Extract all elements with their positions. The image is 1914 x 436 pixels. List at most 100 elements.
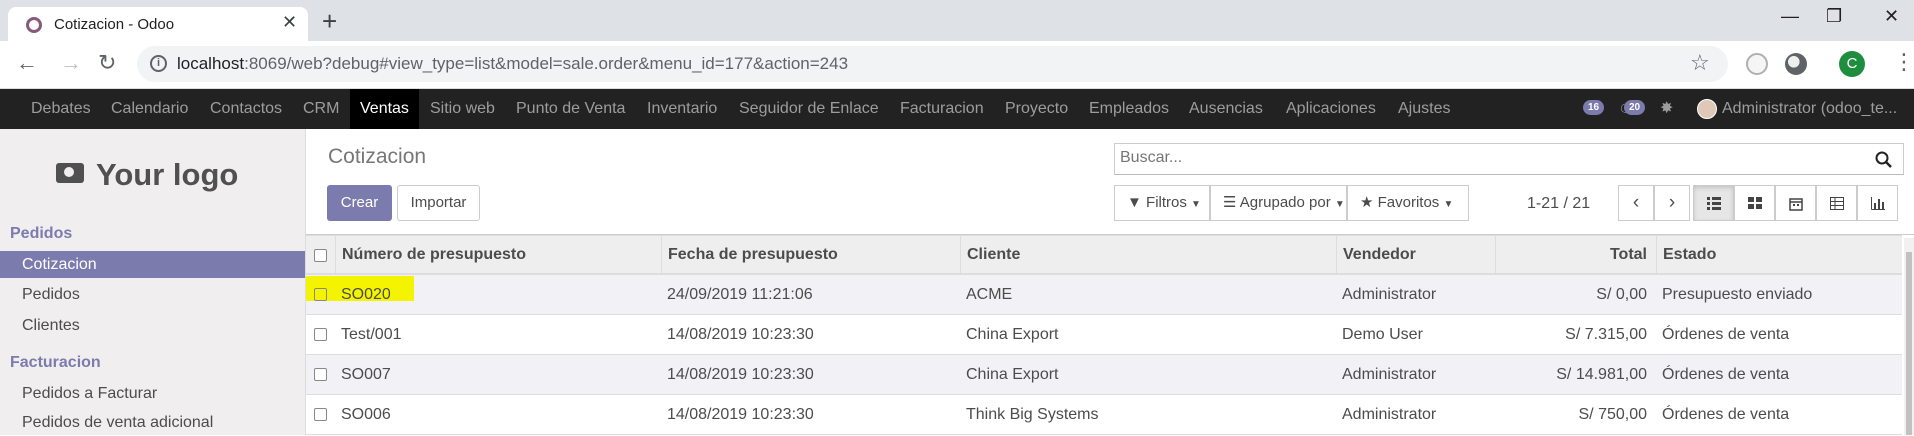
row-checkbox[interactable]: [314, 288, 327, 301]
menu-empleados[interactable]: Empleados: [1089, 89, 1169, 129]
cell-date: 14/08/2019 10:23:30: [667, 406, 814, 423]
table-row[interactable]: SO020 24/09/2019 11:21:06 ACME Administr…: [306, 275, 1902, 315]
caret-down-icon: ▼: [1191, 199, 1201, 210]
column-header-customer[interactable]: Cliente: [960, 236, 1334, 274]
caret-down-icon: ▼: [1334, 199, 1345, 210]
user-avatar[interactable]: [1697, 99, 1717, 119]
sidebar-item-pedidos-venta-adicional[interactable]: Pedidos de venta adicional: [0, 409, 305, 436]
user-menu[interactable]: Administrator (odoo_te...: [1722, 89, 1897, 129]
create-button[interactable]: Crear: [327, 185, 392, 221]
kanban-view-icon[interactable]: [1734, 185, 1775, 221]
row-checkbox[interactable]: [314, 368, 327, 381]
pager-value[interactable]: 1-21 / 21: [1527, 195, 1590, 213]
menu-ventas[interactable]: Ventas: [350, 89, 419, 129]
list-view-icon[interactable]: [1693, 185, 1734, 221]
calendar-view-icon[interactable]: [1775, 185, 1816, 221]
forward-arrow-icon[interactable]: →: [60, 50, 82, 76]
close-icon[interactable]: ✕: [282, 12, 297, 33]
menu-contactos[interactable]: Contactos: [210, 89, 282, 129]
favorites-dropdown[interactable]: ★ Favoritos ▼: [1347, 185, 1469, 221]
sidebar: Your logo Pedidos Cotizacion Pedidos Cli…: [0, 129, 306, 435]
menu-inventario[interactable]: Inventario: [647, 89, 717, 129]
browser-tab[interactable]: Cotizacion - Odoo ✕: [8, 7, 308, 41]
activity-badge[interactable]: 16: [1583, 100, 1605, 115]
extension-icon[interactable]: [1746, 53, 1768, 75]
row-checkbox[interactable]: [314, 328, 327, 341]
info-icon[interactable]: i: [150, 55, 167, 72]
cell-customer: ACME: [966, 286, 1013, 303]
messages-badge[interactable]: 20: [1624, 100, 1646, 115]
search-input[interactable]: [1120, 149, 1820, 167]
sidebar-item-cotizacion[interactable]: Cotizacion: [0, 251, 305, 278]
menu-debates[interactable]: Debates: [31, 89, 91, 129]
caret-down-icon: ▼: [1443, 199, 1454, 210]
search-icon[interactable]: [1875, 151, 1892, 168]
address-bar[interactable]: i localhost:8069/web?debug#view_type=lis…: [137, 46, 1728, 82]
column-header-total[interactable]: Total: [1495, 236, 1655, 274]
sidebar-item-pedidos[interactable]: Pedidos: [0, 281, 305, 308]
import-button[interactable]: Importar: [397, 185, 480, 221]
debug-bug-icon[interactable]: ✸: [1660, 98, 1673, 118]
table-row[interactable]: SO007 14/08/2019 10:23:30 China Export A…: [306, 355, 1902, 395]
column-header-state[interactable]: Estado: [1656, 236, 1902, 274]
url-text[interactable]: localhost:8069/web?debug#view_type=list&…: [177, 54, 848, 74]
menu-sitio-web[interactable]: Sitio web: [430, 89, 495, 129]
reload-icon[interactable]: ↻: [98, 50, 116, 76]
tab-title: Cotizacion - Odoo: [54, 16, 175, 33]
main-content: Cotizacion Crear Importar ▼ Filtros ▼ ☰ …: [306, 129, 1914, 435]
cell-state: Órdenes de venta: [1662, 366, 1790, 383]
select-all-checkbox[interactable]: [314, 249, 327, 262]
menu-calendario[interactable]: Calendario: [111, 89, 188, 129]
cell-salesperson: Administrator: [1342, 406, 1437, 423]
cell-salesperson: Administrator: [1342, 286, 1437, 303]
sidebar-item-pedidos-a-facturar[interactable]: Pedidos a Facturar: [0, 380, 305, 407]
menu-facturacion[interactable]: Facturacion: [900, 89, 984, 129]
sidebar-section-pedidos: Pedidos: [10, 225, 73, 242]
sidebar-section-facturacion: Facturacion: [10, 354, 101, 371]
profile-avatar[interactable]: C: [1839, 51, 1865, 77]
filter-icon: ▼: [1127, 194, 1142, 211]
cell-number: SO007: [341, 366, 391, 383]
menu-seguidor-de-enlace[interactable]: Seguidor de Enlace: [739, 89, 879, 129]
menu-punto-de-venta[interactable]: Punto de Venta: [516, 89, 625, 129]
table-row[interactable]: Test/001 14/08/2019 10:23:30 China Expor…: [306, 315, 1902, 355]
back-arrow-icon[interactable]: ←: [16, 50, 38, 76]
browser-menu-icon[interactable]: ⋮: [1893, 49, 1914, 75]
cell-number: SO006: [341, 406, 391, 423]
list-icon: ☰: [1223, 194, 1237, 211]
row-checkbox[interactable]: [314, 408, 327, 421]
pager-next-icon[interactable]: ›: [1654, 185, 1690, 221]
table-header: Número de presupuesto Fecha de presupues…: [306, 235, 1902, 275]
pager-previous-icon[interactable]: ‹: [1618, 185, 1654, 221]
cell-total: S/ 14.981,00: [1556, 366, 1647, 383]
sidebar-item-clientes[interactable]: Clientes: [0, 312, 305, 339]
filters-dropdown[interactable]: ▼ Filtros ▼: [1114, 185, 1210, 221]
menu-ausencias[interactable]: Ausencias: [1189, 89, 1263, 129]
odoo-favicon-icon: [26, 17, 42, 33]
column-header-salesperson[interactable]: Vendedor: [1336, 236, 1494, 274]
minimize-icon[interactable]: —: [1781, 6, 1799, 27]
column-header-number[interactable]: Número de presupuesto: [335, 236, 595, 274]
camera-icon: [56, 163, 84, 183]
cell-total: S/ 7.315,00: [1565, 326, 1647, 343]
cell-salesperson: Administrator: [1342, 366, 1437, 383]
bookmark-star-icon[interactable]: ☆: [1690, 50, 1710, 76]
group-by-dropdown[interactable]: ☰ Agrupado por ▼: [1210, 185, 1347, 221]
control-panel: Cotizacion Crear Importar ▼ Filtros ▼ ☰ …: [306, 129, 1914, 235]
new-tab-plus-icon[interactable]: +: [322, 6, 337, 37]
menu-ajustes[interactable]: Ajustes: [1398, 89, 1450, 129]
menu-aplicaciones[interactable]: Aplicaciones: [1286, 89, 1376, 129]
table-row[interactable]: SO006 14/08/2019 10:23:30 Think Big Syst…: [306, 395, 1902, 435]
cell-number: Test/001: [341, 326, 402, 343]
graph-view-icon[interactable]: [1857, 185, 1898, 221]
column-header-date[interactable]: Fecha de presupuesto: [661, 236, 899, 274]
pivot-view-icon[interactable]: [1816, 185, 1857, 221]
star-icon: ★: [1360, 194, 1374, 211]
window-close-icon[interactable]: ✕: [1884, 6, 1899, 27]
menu-proyecto[interactable]: Proyecto: [1005, 89, 1068, 129]
restore-icon[interactable]: ❐: [1826, 6, 1842, 27]
scrollbar-thumb[interactable]: [1906, 252, 1912, 435]
menu-crm[interactable]: CRM: [303, 89, 339, 129]
extension-icon[interactable]: [1785, 53, 1807, 75]
cell-date: 14/08/2019 10:23:30: [667, 326, 814, 343]
